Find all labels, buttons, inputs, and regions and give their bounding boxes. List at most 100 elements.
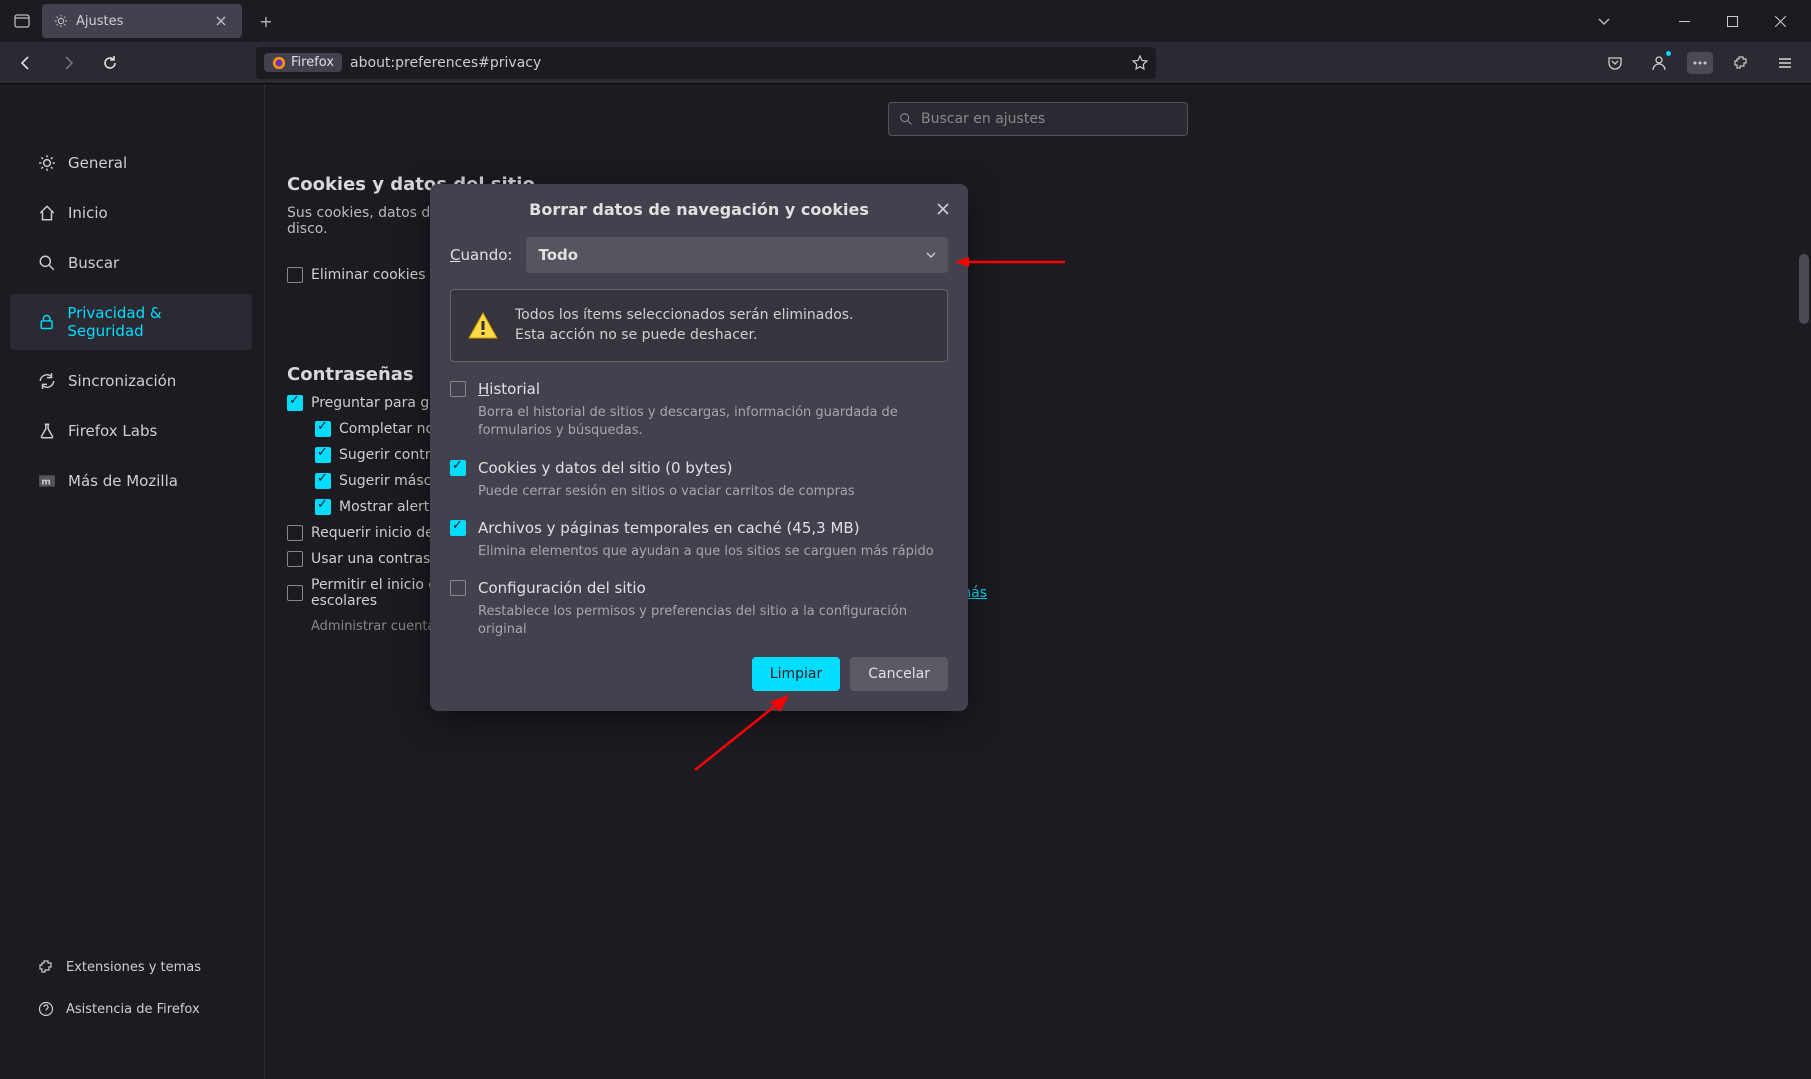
warning-icon <box>467 310 499 342</box>
identity-badge[interactable]: Firefox <box>264 53 342 72</box>
sidebar-item-labs[interactable]: Firefox Labs <box>0 412 264 450</box>
back-button[interactable] <box>10 47 42 79</box>
sidebar-item-search[interactable]: Buscar <box>0 244 264 282</box>
checkbox-site-settings[interactable] <box>450 580 466 596</box>
account-button[interactable] <box>1643 47 1675 79</box>
sidebar-extensions-link[interactable]: Extensiones y temas <box>0 949 264 985</box>
firefox-icon <box>272 56 286 70</box>
opt-label: Cookies y datos del sitio (0 bytes) <box>478 459 733 477</box>
home-icon <box>38 204 56 222</box>
opt-label: Historial <box>478 380 540 398</box>
button-label: Limpiar <box>770 666 822 682</box>
sidebar-item-home[interactable]: Inicio <box>0 194 264 232</box>
identity-label: Firefox <box>291 55 334 70</box>
window-close-button[interactable] <box>1757 4 1803 38</box>
svg-text:m: m <box>41 477 50 487</box>
sidebar-item-label: Más de Mozilla <box>68 472 178 490</box>
sidebar-item-privacy[interactable]: Privacidad & Seguridad <box>10 294 252 350</box>
recent-browsing-button[interactable] <box>8 7 36 35</box>
search-icon <box>38 254 56 272</box>
close-icon <box>216 16 226 26</box>
bookmark-star-button[interactable] <box>1132 55 1148 71</box>
checkbox-relay-mask[interactable] <box>315 473 331 489</box>
app-menu-button[interactable] <box>1769 47 1801 79</box>
checkbox-autofill[interactable] <box>315 421 331 437</box>
search-icon <box>899 112 913 126</box>
sidebar-footer-label: Asistencia de Firefox <box>66 1002 200 1017</box>
sidebar-item-general[interactable]: General <box>0 144 264 182</box>
checkbox-cache[interactable] <box>450 520 466 536</box>
opt-desc: Elimina elementos que ayudan a que los s… <box>478 543 948 561</box>
window-minimize-button[interactable] <box>1661 4 1707 38</box>
tab-close-button[interactable] <box>212 12 230 30</box>
url-text: about:preferences#privacy <box>350 55 541 71</box>
gear-icon <box>38 154 56 172</box>
sidebar-item-mozilla[interactable]: m Más de Mozilla <box>0 462 264 500</box>
sidebar-item-sync[interactable]: Sincronización <box>0 362 264 400</box>
gear-icon <box>54 14 68 28</box>
checkbox-master-password[interactable] <box>287 551 303 567</box>
timerange-dropdown[interactable]: Todo <box>526 237 948 273</box>
tabs-dropdown-button[interactable] <box>1581 4 1627 38</box>
dialog-title: Borrar datos de navegación y cookies <box>529 200 869 219</box>
titlebar: Ajustes + <box>0 0 1811 42</box>
puzzle-icon <box>38 959 54 975</box>
settings-search-input[interactable]: Buscar en ajustes <box>888 102 1188 136</box>
button-label: Cancelar <box>868 666 930 682</box>
settings-main: Buscar en ajustes Cookies y datos del si… <box>265 84 1811 1079</box>
overflow-button[interactable] <box>1687 52 1713 74</box>
clear-button[interactable]: Limpiar <box>752 657 840 691</box>
checkbox-history[interactable] <box>450 381 466 397</box>
sidebar-item-label: Inicio <box>68 204 108 222</box>
sidebar-footer-label: Extensiones y temas <box>66 960 201 975</box>
sidebar-help-link[interactable]: Asistencia de Firefox <box>0 991 264 1027</box>
extensions-button[interactable] <box>1725 47 1757 79</box>
reload-button[interactable] <box>94 47 126 79</box>
close-icon <box>937 203 949 215</box>
checkbox-clear-on-close[interactable] <box>287 267 303 283</box>
sidebar-item-label: Firefox Labs <box>68 422 157 440</box>
clear-data-dialog: Borrar datos de navegación y cookies Cua… <box>430 184 968 711</box>
opt-label: Archivos y páginas temporales en caché (… <box>478 519 860 537</box>
settings-sidebar: General Inicio Buscar Privacidad & Segur… <box>0 84 265 1079</box>
sync-icon <box>38 372 56 390</box>
dialog-close-button[interactable] <box>932 198 954 220</box>
navbar: Firefox about:preferences#privacy <box>0 42 1811 84</box>
new-tab-button[interactable]: + <box>252 7 280 35</box>
tab-title: Ajustes <box>76 14 123 29</box>
checkbox-require-os-auth[interactable] <box>287 525 303 541</box>
opt-label: Configuración del sitio <box>478 579 646 597</box>
warning-box: Todos los ítems seleccionados serán elim… <box>450 289 948 362</box>
help-icon <box>38 1001 54 1017</box>
checkbox-ask-save[interactable] <box>287 395 303 411</box>
opt-desc: Borra el historial de sitios y descargas… <box>478 404 948 440</box>
scrollbar-thumb[interactable] <box>1799 254 1809 324</box>
when-label: Cuando: <box>450 246 512 264</box>
chevron-down-icon <box>926 250 936 260</box>
opt-desc: Puede cerrar sesión en sitios o vaciar c… <box>478 483 948 501</box>
address-bar[interactable]: Firefox about:preferences#privacy <box>256 47 1156 79</box>
sidebar-item-label: Privacidad & Seguridad <box>67 304 236 340</box>
checkbox-breach-alert[interactable] <box>315 499 331 515</box>
checkbox-cookies[interactable] <box>450 460 466 476</box>
pocket-button[interactable] <box>1599 47 1631 79</box>
checkbox-windows-sso[interactable] <box>287 585 303 601</box>
lock-icon <box>38 313 55 331</box>
star-icon <box>1132 55 1148 71</box>
dropdown-value: Todo <box>538 246 578 264</box>
warning-line2: Esta acción no se puede deshacer. <box>515 326 854 346</box>
mozilla-icon: m <box>38 472 56 490</box>
search-placeholder: Buscar en ajustes <box>921 111 1045 127</box>
window-maximize-button[interactable] <box>1709 4 1755 38</box>
browser-tab[interactable]: Ajustes <box>42 4 242 38</box>
forward-button[interactable] <box>52 47 84 79</box>
opt-desc: Restablece los permisos y preferencias d… <box>478 603 948 639</box>
sidebar-item-label: Sincronización <box>68 372 176 390</box>
sidebar-item-label: Buscar <box>68 254 119 272</box>
checkbox-suggest-strong[interactable] <box>315 447 331 463</box>
flask-icon <box>38 422 56 440</box>
cancel-button[interactable]: Cancelar <box>850 657 948 691</box>
content-area: General Inicio Buscar Privacidad & Segur… <box>0 84 1811 1079</box>
sidebar-item-label: General <box>68 154 127 172</box>
warning-line1: Todos los ítems seleccionados serán elim… <box>515 306 854 326</box>
